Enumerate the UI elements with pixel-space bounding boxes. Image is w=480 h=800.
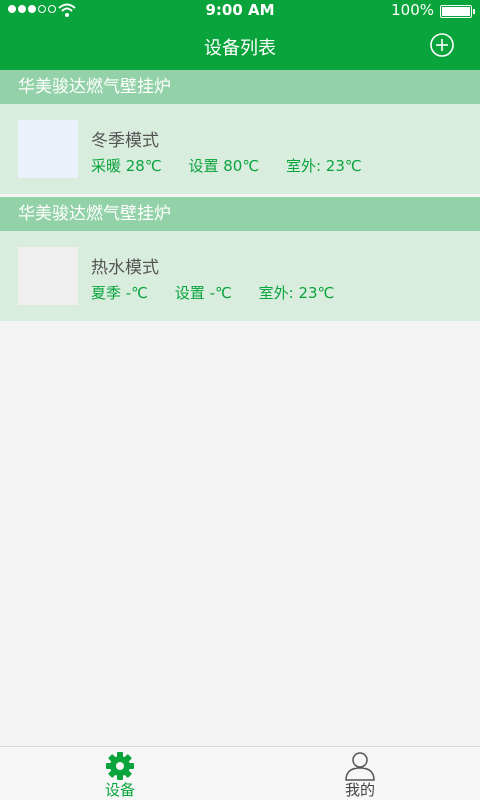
set-temperature: 设置 80℃ xyxy=(188,157,260,175)
device-mode: 热水模式 xyxy=(91,258,159,278)
add-device-button[interactable] xyxy=(430,33,454,57)
outdoor-temperature: 室外: 23℃ xyxy=(258,284,335,302)
tab-mine[interactable]: 我的 xyxy=(240,747,480,800)
device-list-item[interactable]: 热水模式 夏季 -℃ 设置 -℃ 室外: 23℃ xyxy=(0,231,480,321)
outdoor-temperature: 室外: 23℃ xyxy=(285,157,362,175)
device-thumbnail xyxy=(18,120,78,178)
heating-temperature: 采暖 28℃ xyxy=(91,157,162,175)
tab-bar: 设备 我的 xyxy=(0,746,480,800)
gear-icon xyxy=(106,752,134,780)
status-bar: 9:00 AM 100% xyxy=(0,0,480,22)
battery-percentage: 100% xyxy=(391,1,434,19)
device-thumbnail xyxy=(18,247,78,305)
set-temperature: 设置 -℃ xyxy=(174,284,232,302)
page-title: 设备列表 xyxy=(204,38,276,59)
device-group-header: 华美骏达燃气壁挂炉 xyxy=(0,197,480,231)
battery-icon xyxy=(440,5,475,18)
device-stats: 采暖 28℃ 设置 80℃ 室外: 23℃ xyxy=(91,155,384,176)
tab-devices[interactable]: 设备 xyxy=(0,747,240,800)
navigation-bar: 9:00 AM 100% 设备列表 xyxy=(0,0,480,70)
user-icon xyxy=(345,752,375,781)
tab-mine-label: 我的 xyxy=(344,781,375,799)
device-list-item[interactable]: 冬季模式 采暖 28℃ 设置 80℃ 室外: 23℃ xyxy=(0,104,480,194)
device-mode: 冬季模式 xyxy=(91,131,159,151)
season-temperature: 夏季 -℃ xyxy=(91,284,149,302)
tab-devices-label: 设备 xyxy=(104,781,135,799)
device-stats: 夏季 -℃ 设置 -℃ 室外: 23℃ xyxy=(91,282,356,303)
device-group-header: 华美骏达燃气壁挂炉 xyxy=(0,70,480,104)
